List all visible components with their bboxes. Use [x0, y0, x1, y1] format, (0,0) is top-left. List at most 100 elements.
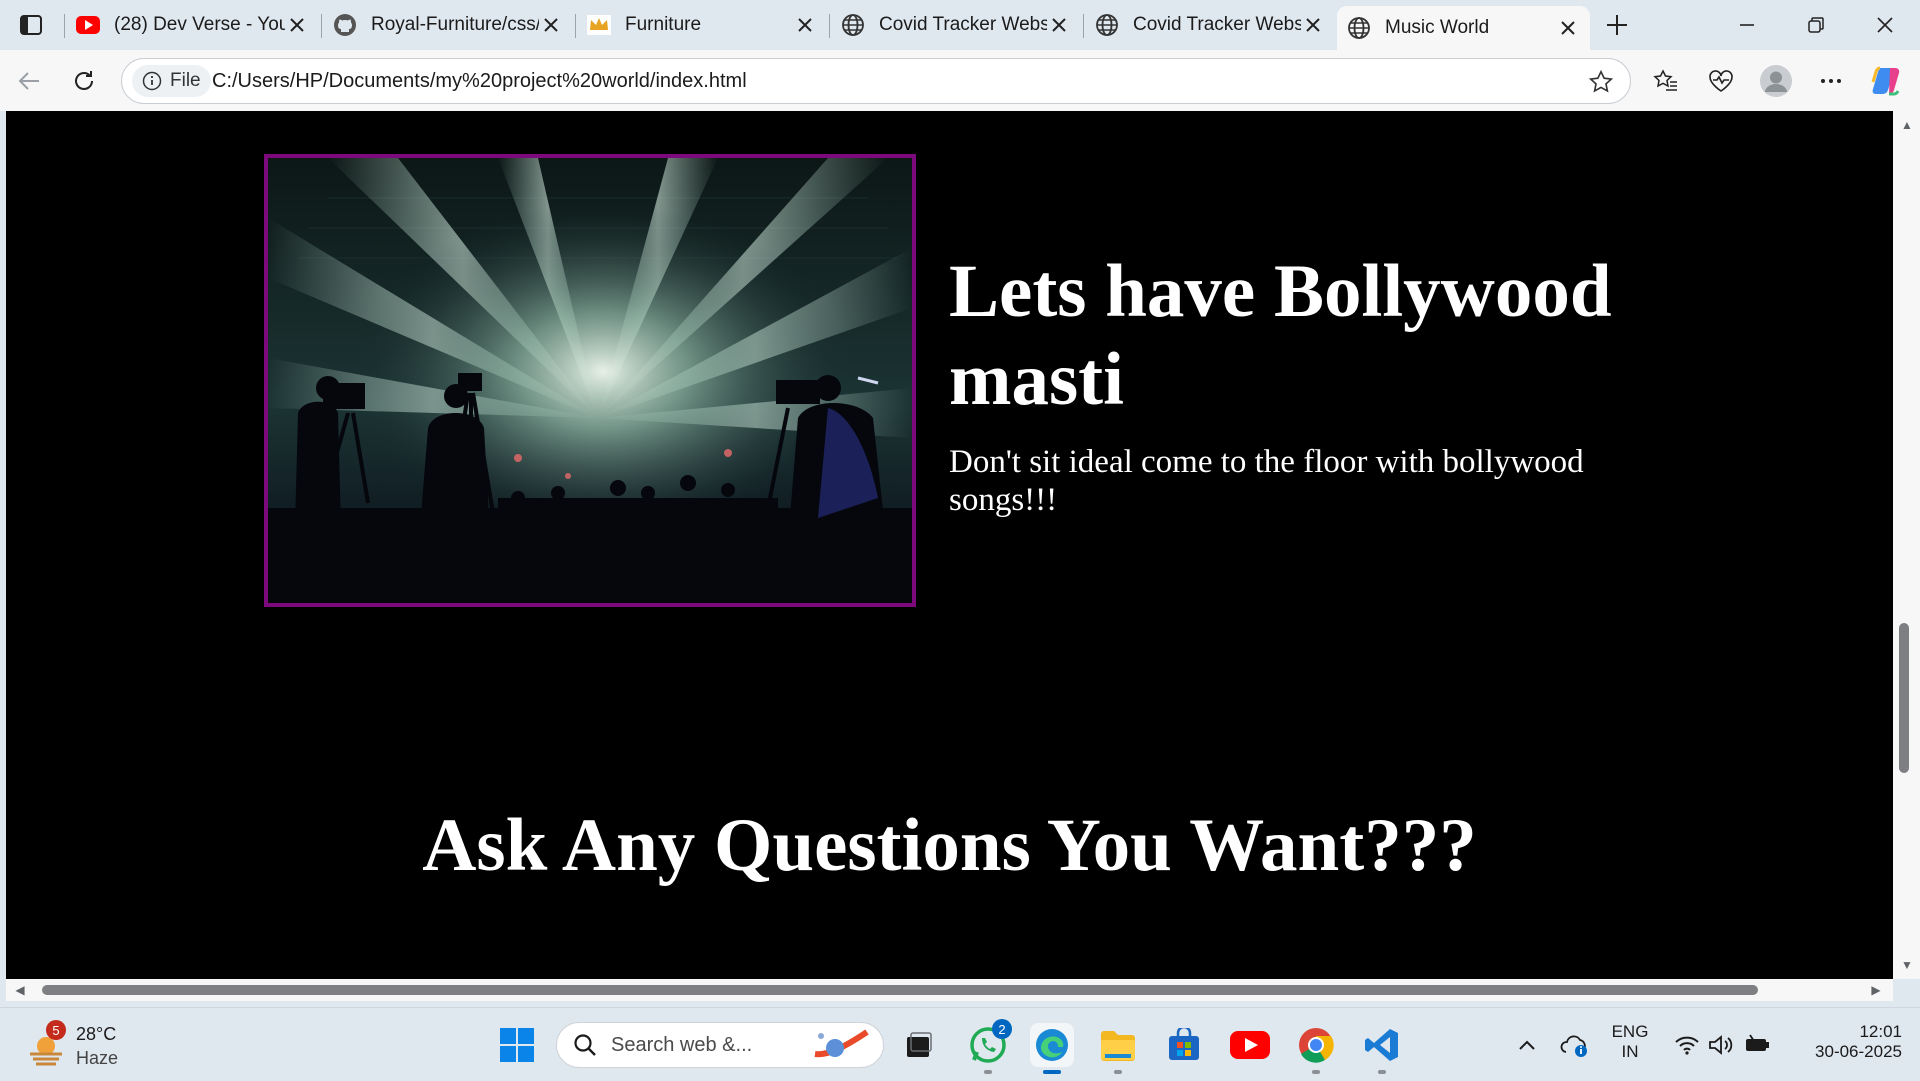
github-icon [333, 13, 357, 37]
browser-essentials-button[interactable] [1701, 61, 1741, 101]
input-language-button[interactable]: ENG IN [1602, 1022, 1658, 1062]
taskbar-whatsapp[interactable]: 2 [966, 1019, 1012, 1067]
task-view-button[interactable] [896, 1023, 940, 1067]
vertical-scrollbar-thumb[interactable] [1899, 623, 1909, 773]
running-indicator [1378, 1070, 1386, 1074]
restore-icon [1808, 17, 1824, 33]
tab-title: Covid Tracker Website [879, 14, 1047, 35]
running-indicator [1312, 1070, 1320, 1074]
taskbar-search-box[interactable]: Search web &... [556, 1022, 884, 1068]
horizontal-scrollbar[interactable]: ◀ ▶ [6, 979, 1893, 1001]
tab-separator [64, 14, 65, 38]
quick-settings-button[interactable] [1664, 1023, 1782, 1067]
tab-title: Music World [1385, 17, 1490, 38]
youtube-icon [76, 13, 100, 37]
language-region: IN [1621, 1042, 1639, 1061]
search-highlight-icon [814, 1029, 869, 1058]
more-icon [1821, 79, 1841, 83]
weather-widget[interactable]: 5 28°C Haze [22, 1020, 142, 1070]
chrome-icon [1299, 1028, 1334, 1063]
refresh-button[interactable] [64, 61, 104, 101]
new-tab-button[interactable] [1600, 10, 1634, 40]
tab-covid-tracker-2[interactable]: Covid Tracker Website [1085, 6, 1335, 44]
vscode-icon [1365, 1029, 1398, 1061]
minimize-button[interactable] [1724, 8, 1770, 42]
tab-covid-tracker-1[interactable]: Covid Tracker Website [831, 6, 1081, 44]
questions-heading: Ask Any Questions You Want??? [422, 804, 1477, 887]
start-button[interactable] [495, 1023, 539, 1067]
clock-time: 12:01 [1859, 1022, 1902, 1041]
tab-music-world[interactable]: Music World [1337, 6, 1590, 50]
whatsapp-notification-badge: 2 [992, 1019, 1012, 1039]
scroll-right-arrow-icon[interactable]: ▶ [1868, 982, 1884, 998]
scroll-up-arrow-icon[interactable]: ▲ [1899, 117, 1915, 133]
tab-furniture[interactable]: Furniture [577, 6, 827, 44]
settings-and-more-button[interactable] [1811, 61, 1851, 101]
close-tab-icon[interactable] [285, 13, 309, 37]
globe-icon [1347, 16, 1371, 40]
page-viewport: Lets have Bollywood masti Don't sit idea… [6, 111, 1893, 979]
tab-strip: (28) Dev Verse - YouTube Royal-Furniture… [0, 0, 1920, 50]
clock-button[interactable]: 12:01 30-06-2025 [1790, 1022, 1902, 1062]
close-tab-icon[interactable] [1556, 16, 1580, 40]
weather-temperature: 28°C [76, 1024, 117, 1044]
chevron-up-icon [1519, 1040, 1535, 1050]
close-window-button[interactable] [1862, 8, 1908, 42]
site-info-button[interactable]: File [132, 65, 211, 97]
volume-icon [1709, 1035, 1733, 1055]
scroll-left-arrow-icon[interactable]: ◀ [12, 982, 28, 998]
taskbar-vscode[interactable] [1360, 1023, 1404, 1067]
globe-icon [841, 13, 865, 37]
taskbar-microsoft-store[interactable] [1162, 1023, 1206, 1067]
heart-pulse-icon [1709, 70, 1733, 92]
windows-icon [500, 1028, 534, 1062]
vertical-scrollbar[interactable]: ▲ ▼ [1893, 111, 1920, 979]
profile-button[interactable] [1756, 61, 1796, 101]
taskbar-youtube[interactable] [1228, 1023, 1272, 1067]
folder-icon [1101, 1031, 1135, 1061]
close-tab-icon[interactable] [793, 13, 817, 37]
wifi-icon [1675, 1036, 1699, 1055]
info-icon [142, 71, 162, 91]
minimize-icon [1740, 24, 1754, 26]
concert-hero-image [264, 154, 916, 607]
weather-condition: Haze [76, 1048, 119, 1068]
tab-dev-verse[interactable]: (28) Dev Verse - YouTube [66, 6, 319, 44]
scroll-down-arrow-icon[interactable]: ▼ [1899, 957, 1915, 973]
site-scheme-label: File [170, 70, 201, 91]
onedrive-status-button[interactable] [1553, 1023, 1597, 1067]
tab-separator [321, 14, 322, 38]
battery-charging-icon [1746, 1034, 1769, 1051]
close-tab-icon[interactable] [1047, 13, 1071, 37]
taskbar-chrome[interactable] [1294, 1023, 1338, 1067]
taskbar-file-explorer[interactable] [1096, 1023, 1140, 1067]
close-tab-icon[interactable] [1301, 13, 1325, 37]
youtube-icon [1230, 1031, 1270, 1059]
tab-title: Royal-Furniture/css/ [371, 14, 539, 35]
tab-title: Furniture [625, 14, 702, 35]
hero-subtitle: Don't sit ideal come to the floor with b… [949, 444, 1584, 518]
horizontal-scrollbar-thumb[interactable] [42, 985, 1758, 995]
tab-title: (28) Dev Verse - YouTube [114, 14, 285, 35]
tab-title: Covid Tracker Website [1133, 14, 1301, 35]
tab-separator [575, 14, 576, 38]
running-indicator [1114, 1070, 1122, 1074]
search-placeholder: Search web &... [611, 1034, 753, 1056]
favorite-star-button[interactable] [1586, 67, 1616, 97]
restore-button[interactable] [1793, 8, 1839, 42]
hero-title: Lets have Bollywood masti [949, 250, 1612, 421]
store-icon [1169, 1028, 1199, 1060]
address-bar[interactable]: File C:/Users/HP/Documents/my%20project%… [121, 58, 1631, 104]
taskbar: 5 28°C Haze Search web &... 2 ENG IN 12:… [0, 1007, 1920, 1081]
copilot-button[interactable] [1866, 61, 1906, 101]
avatar [1760, 65, 1792, 97]
url-text[interactable]: C:/Users/HP/Documents/my%20project%20wor… [212, 70, 747, 93]
tab-royal-furniture[interactable]: Royal-Furniture/css/ [323, 6, 573, 44]
favorites-button[interactable] [1646, 61, 1686, 101]
taskbar-edge[interactable] [1030, 1023, 1074, 1067]
show-hidden-icons-button[interactable] [1505, 1023, 1549, 1067]
back-button[interactable] [9, 61, 49, 101]
tab-actions-menu-icon[interactable] [14, 10, 48, 40]
close-tab-icon[interactable] [539, 13, 563, 37]
copilot-icon [1871, 66, 1900, 96]
